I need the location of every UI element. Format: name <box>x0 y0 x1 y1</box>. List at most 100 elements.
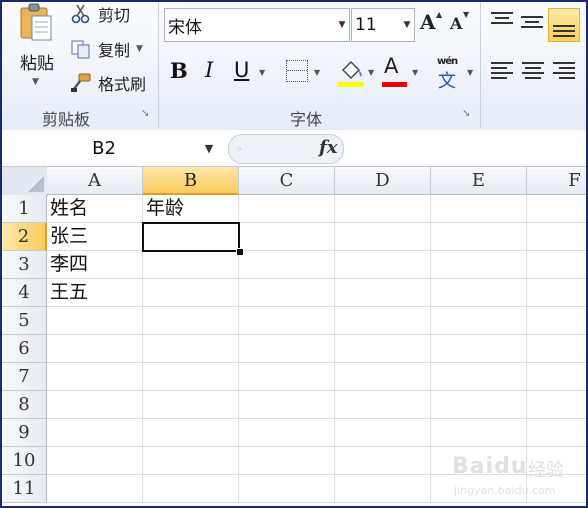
cell-e3[interactable] <box>431 251 527 279</box>
borders-icon[interactable] <box>286 60 308 82</box>
column-header-e[interactable]: E <box>431 167 527 195</box>
resize-handle-icon[interactable]: ◦ <box>236 143 243 156</box>
cell-f1[interactable] <box>527 195 586 223</box>
select-all-button[interactable] <box>2 167 48 196</box>
middle-align-icon[interactable] <box>519 14 545 34</box>
paste-icon[interactable] <box>19 2 53 42</box>
cell-a10[interactable] <box>47 447 143 475</box>
cell-a3[interactable]: 李四 <box>47 251 143 279</box>
cell-f2[interactable] <box>527 223 586 251</box>
cell-c3[interactable] <box>239 251 335 279</box>
cell-d8[interactable] <box>335 391 431 419</box>
cell-d3[interactable] <box>335 251 431 279</box>
row-header-5[interactable]: 5 <box>2 307 47 335</box>
align-left-icon[interactable] <box>489 60 515 80</box>
column-header-d[interactable]: D <box>335 167 431 195</box>
bottom-align-button[interactable] <box>548 8 580 42</box>
cell-e7[interactable] <box>431 363 527 391</box>
cell-e8[interactable] <box>431 391 527 419</box>
cell-c6[interactable] <box>239 335 335 363</box>
chevron-down-icon[interactable]: ▼ <box>400 20 414 30</box>
column-header-b[interactable]: B <box>143 167 239 195</box>
cell-c4[interactable] <box>239 279 335 307</box>
row-header-11[interactable]: 11 <box>2 475 47 503</box>
cell-a5[interactable] <box>47 307 143 335</box>
cell-d6[interactable] <box>335 335 431 363</box>
cell-b8[interactable] <box>143 391 239 419</box>
font-color-dropdown-arrow[interactable]: ▼ <box>412 68 418 77</box>
column-header-a[interactable]: A <box>47 167 143 195</box>
cell-b1[interactable]: 年龄 <box>143 195 239 223</box>
cut-button[interactable]: 剪切 <box>70 2 130 26</box>
cell-c9[interactable] <box>239 419 335 447</box>
row-header-3[interactable]: 3 <box>2 251 47 279</box>
row-header-4[interactable]: 4 <box>2 279 47 307</box>
align-right-icon[interactable] <box>551 60 577 80</box>
cell-e6[interactable] <box>431 335 527 363</box>
cell-d10[interactable] <box>335 447 431 475</box>
cell-f6[interactable] <box>527 335 586 363</box>
cell-b11[interactable] <box>143 475 239 503</box>
cell-c1[interactable] <box>239 195 335 223</box>
cell-a1[interactable]: 姓名 <box>47 195 143 223</box>
font-size-combobox[interactable]: 11 ▼ <box>351 8 415 42</box>
underline-dropdown-arrow[interactable]: ▼ <box>259 68 265 77</box>
cell-b4[interactable] <box>143 279 239 307</box>
formula-input[interactable] <box>344 134 584 162</box>
cell-d4[interactable] <box>335 279 431 307</box>
cell-d5[interactable] <box>335 307 431 335</box>
column-header-c[interactable]: C <box>239 167 335 195</box>
cell-b10[interactable] <box>143 447 239 475</box>
cell-c10[interactable] <box>239 447 335 475</box>
copy-button[interactable]: 复制 ▼ <box>70 37 143 61</box>
cell-c8[interactable] <box>239 391 335 419</box>
format-painter-button[interactable]: 格式刷 <box>70 71 146 95</box>
font-name-combobox[interactable]: 宋体 ▼ <box>164 8 350 42</box>
align-center-icon[interactable] <box>520 60 546 80</box>
cell-b5[interactable] <box>143 307 239 335</box>
cell-d7[interactable] <box>335 363 431 391</box>
cell-a4[interactable]: 王五 <box>47 279 143 307</box>
cell-f3[interactable] <box>527 251 586 279</box>
cell-f4[interactable] <box>527 279 586 307</box>
cell-e5[interactable] <box>431 307 527 335</box>
bold-button[interactable]: B <box>170 58 188 83</box>
cell-b7[interactable] <box>143 363 239 391</box>
cell-e2[interactable] <box>431 223 527 251</box>
phonetic-guide-button[interactable]: wén 文 <box>436 56 464 92</box>
row-header-7[interactable]: 7 <box>2 363 47 391</box>
phonetic-dropdown-arrow[interactable]: ▼ <box>467 68 473 77</box>
shrink-font-button[interactable]: A <box>450 14 462 33</box>
paste-button[interactable]: 粘贴 <box>20 49 54 74</box>
cell-a11[interactable] <box>47 475 143 503</box>
cell-f9[interactable] <box>527 419 586 447</box>
cell-e1[interactable] <box>431 195 527 223</box>
cell-d2[interactable] <box>335 223 431 251</box>
copy-dropdown-arrow[interactable]: ▼ <box>136 44 143 54</box>
row-header-1[interactable]: 1 <box>2 195 47 223</box>
cell-b9[interactable] <box>143 419 239 447</box>
row-header-9[interactable]: 9 <box>2 419 47 447</box>
fill-color-dropdown-arrow[interactable]: ▼ <box>368 68 374 77</box>
grow-font-button[interactable]: A <box>420 10 436 34</box>
cell-c2[interactable] <box>239 223 335 251</box>
cell-c11[interactable] <box>239 475 335 503</box>
name-box[interactable]: B2 ▼ <box>6 134 224 162</box>
row-header-8[interactable]: 8 <box>2 391 47 419</box>
cell-e4[interactable] <box>431 279 527 307</box>
cell-b6[interactable] <box>143 335 239 363</box>
insert-function-button[interactable]: fx <box>319 137 337 158</box>
cell-f7[interactable] <box>527 363 586 391</box>
cell-e9[interactable] <box>431 419 527 447</box>
row-header-2[interactable]: 2 <box>2 223 47 251</box>
cell-a8[interactable] <box>47 391 143 419</box>
row-header-10[interactable]: 10 <box>2 447 47 475</box>
cell-a2[interactable]: 张三 <box>47 223 143 251</box>
cell-d1[interactable] <box>335 195 431 223</box>
cell-d11[interactable] <box>335 475 431 503</box>
cell-c5[interactable] <box>239 307 335 335</box>
font-launcher-icon[interactable]: ↘ <box>462 108 470 119</box>
cell-a9[interactable] <box>47 419 143 447</box>
underline-button[interactable]: U <box>234 58 249 82</box>
paste-dropdown-arrow[interactable]: ▼ <box>32 77 39 87</box>
